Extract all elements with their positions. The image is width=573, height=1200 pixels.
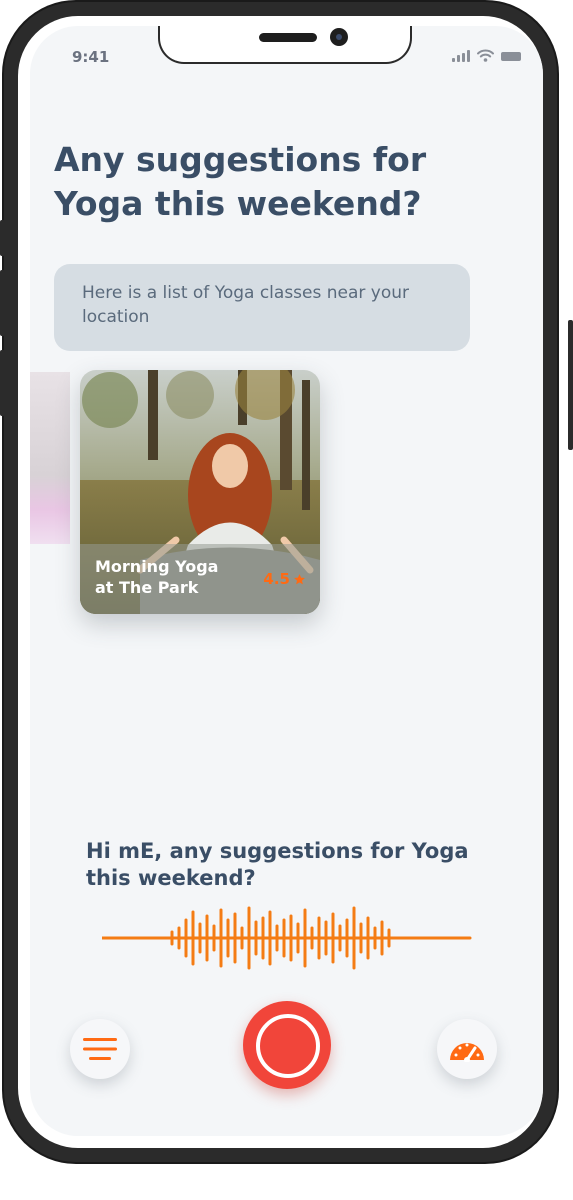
status-icons [452,48,521,62]
assistant-response-bubble: Here is a list of Yoga classes near your… [54,264,470,351]
status-time: 9:41 [72,48,110,66]
record-button[interactable] [243,1001,331,1089]
menu-button[interactable] [70,1019,130,1079]
speedometer-button[interactable] [437,1019,497,1079]
yoga-class-card[interactable]: Morning Yoga at The Park 4.5 [80,370,320,614]
speedometer-icon [450,1043,484,1062]
mute-switch [0,350,5,416]
wifi-icon [477,49,494,62]
volume-down-button [0,270,5,336]
card-title: Morning Yoga at The Park [95,557,219,597]
card-rating: 4.5 [263,570,306,588]
audio-waveform-icon [102,906,472,970]
app-screen: 9:41 Any suggestions for Yoga this weeke… [30,26,543,1136]
notch [158,26,412,64]
front-camera [330,28,348,46]
menu-icon [83,1038,117,1060]
voice-transcript: Hi mE, any suggestions for Yoga this wee… [86,839,469,890]
previous-card-peek[interactable] [30,372,70,544]
star-icon [294,573,305,584]
signal-icon [452,50,470,62]
volume-up-button [0,220,5,256]
query-title: Any suggestions for Yoga this weekend? [54,140,427,223]
rating-value: 4.5 [263,570,290,588]
power-button [568,320,573,450]
earpiece-speaker [259,33,317,42]
battery-icon [501,52,521,61]
